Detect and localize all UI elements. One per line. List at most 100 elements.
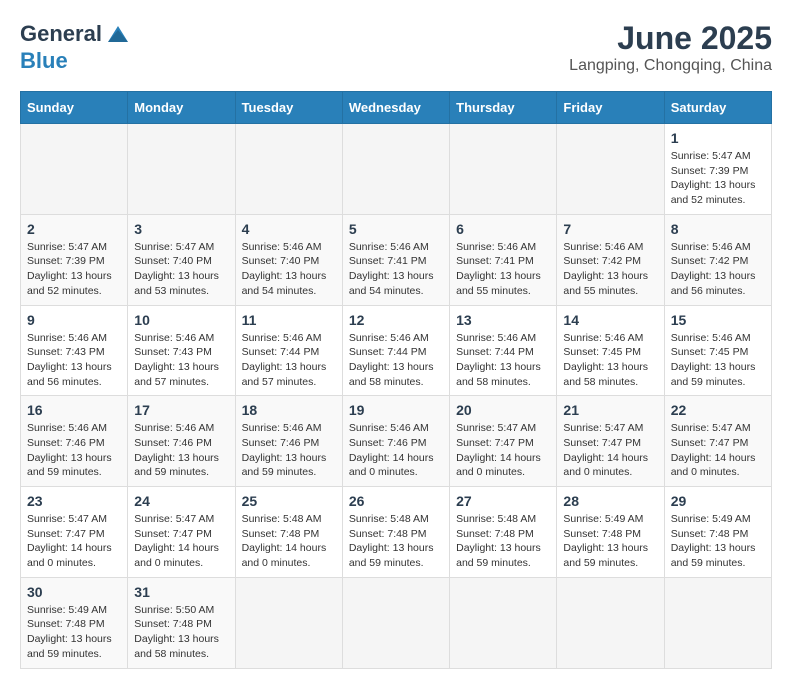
day-number: 23 bbox=[27, 493, 121, 509]
day-number: 9 bbox=[27, 312, 121, 328]
calendar-cell: 28 Sunrise: 5:49 AMSunset: 7:48 PMDaylig… bbox=[557, 487, 664, 578]
calendar-cell: 29 Sunrise: 5:49 AMSunset: 7:48 PMDaylig… bbox=[664, 487, 771, 578]
day-number: 25 bbox=[242, 493, 336, 509]
calendar-cell: 27 Sunrise: 5:48 AMSunset: 7:48 PMDaylig… bbox=[450, 487, 557, 578]
page-header: General Blue June 2025 Langping, Chongqi… bbox=[20, 20, 772, 75]
day-number: 22 bbox=[671, 402, 765, 418]
day-number: 3 bbox=[134, 221, 228, 237]
calendar-cell bbox=[128, 124, 235, 215]
calendar-cell: 24 Sunrise: 5:47 AMSunset: 7:47 PMDaylig… bbox=[128, 487, 235, 578]
calendar-cell: 18 Sunrise: 5:46 AMSunset: 7:46 PMDaylig… bbox=[235, 396, 342, 487]
day-number: 2 bbox=[27, 221, 121, 237]
day-info: Sunrise: 5:46 AMSunset: 7:45 PMDaylight:… bbox=[563, 331, 657, 390]
day-number: 24 bbox=[134, 493, 228, 509]
calendar-cell: 8 Sunrise: 5:46 AMSunset: 7:42 PMDayligh… bbox=[664, 214, 771, 305]
day-info: Sunrise: 5:46 AMSunset: 7:43 PMDaylight:… bbox=[134, 331, 228, 390]
day-number: 17 bbox=[134, 402, 228, 418]
location-title: Langping, Chongqing, China bbox=[569, 57, 772, 75]
calendar-cell: 15 Sunrise: 5:46 AMSunset: 7:45 PMDaylig… bbox=[664, 305, 771, 396]
calendar-cell: 23 Sunrise: 5:47 AMSunset: 7:47 PMDaylig… bbox=[21, 487, 128, 578]
day-number: 13 bbox=[456, 312, 550, 328]
title-area: June 2025 Langping, Chongqing, China bbox=[569, 20, 772, 75]
day-header-wednesday: Wednesday bbox=[342, 92, 449, 124]
day-info: Sunrise: 5:47 AMSunset: 7:47 PMDaylight:… bbox=[563, 421, 657, 480]
calendar-cell: 1 Sunrise: 5:47 AMSunset: 7:39 PMDayligh… bbox=[664, 124, 771, 215]
calendar-cell bbox=[450, 124, 557, 215]
calendar-cell bbox=[450, 577, 557, 668]
day-info: Sunrise: 5:46 AMSunset: 7:46 PMDaylight:… bbox=[242, 421, 336, 480]
calendar-header-row: SundayMondayTuesdayWednesdayThursdayFrid… bbox=[21, 92, 772, 124]
day-number: 19 bbox=[349, 402, 443, 418]
calendar-week-3: 16 Sunrise: 5:46 AMSunset: 7:46 PMDaylig… bbox=[21, 396, 772, 487]
calendar-cell: 31 Sunrise: 5:50 AMSunset: 7:48 PMDaylig… bbox=[128, 577, 235, 668]
day-info: Sunrise: 5:46 AMSunset: 7:44 PMDaylight:… bbox=[242, 331, 336, 390]
day-info: Sunrise: 5:47 AMSunset: 7:39 PMDaylight:… bbox=[671, 149, 765, 208]
day-info: Sunrise: 5:48 AMSunset: 7:48 PMDaylight:… bbox=[242, 512, 336, 571]
day-number: 11 bbox=[242, 312, 336, 328]
day-number: 4 bbox=[242, 221, 336, 237]
calendar-week-0: 1 Sunrise: 5:47 AMSunset: 7:39 PMDayligh… bbox=[21, 124, 772, 215]
day-header-thursday: Thursday bbox=[450, 92, 557, 124]
day-number: 18 bbox=[242, 402, 336, 418]
calendar-cell: 16 Sunrise: 5:46 AMSunset: 7:46 PMDaylig… bbox=[21, 396, 128, 487]
logo-text: General bbox=[20, 22, 102, 46]
day-number: 30 bbox=[27, 584, 121, 600]
calendar-cell: 5 Sunrise: 5:46 AMSunset: 7:41 PMDayligh… bbox=[342, 214, 449, 305]
day-info: Sunrise: 5:46 AMSunset: 7:46 PMDaylight:… bbox=[134, 421, 228, 480]
calendar-week-2: 9 Sunrise: 5:46 AMSunset: 7:43 PMDayligh… bbox=[21, 305, 772, 396]
day-number: 10 bbox=[134, 312, 228, 328]
calendar-cell: 2 Sunrise: 5:47 AMSunset: 7:39 PMDayligh… bbox=[21, 214, 128, 305]
day-number: 14 bbox=[563, 312, 657, 328]
calendar-cell: 25 Sunrise: 5:48 AMSunset: 7:48 PMDaylig… bbox=[235, 487, 342, 578]
calendar-cell: 6 Sunrise: 5:46 AMSunset: 7:41 PMDayligh… bbox=[450, 214, 557, 305]
calendar-cell: 3 Sunrise: 5:47 AMSunset: 7:40 PMDayligh… bbox=[128, 214, 235, 305]
day-number: 16 bbox=[27, 402, 121, 418]
day-number: 7 bbox=[563, 221, 657, 237]
calendar-week-1: 2 Sunrise: 5:47 AMSunset: 7:39 PMDayligh… bbox=[21, 214, 772, 305]
day-number: 27 bbox=[456, 493, 550, 509]
logo: General Blue bbox=[20, 20, 132, 74]
calendar-cell: 7 Sunrise: 5:46 AMSunset: 7:42 PMDayligh… bbox=[557, 214, 664, 305]
day-number: 21 bbox=[563, 402, 657, 418]
calendar-cell: 20 Sunrise: 5:47 AMSunset: 7:47 PMDaylig… bbox=[450, 396, 557, 487]
day-number: 12 bbox=[349, 312, 443, 328]
day-header-friday: Friday bbox=[557, 92, 664, 124]
calendar-cell: 21 Sunrise: 5:47 AMSunset: 7:47 PMDaylig… bbox=[557, 396, 664, 487]
calendar-cell: 9 Sunrise: 5:46 AMSunset: 7:43 PMDayligh… bbox=[21, 305, 128, 396]
day-header-tuesday: Tuesday bbox=[235, 92, 342, 124]
day-info: Sunrise: 5:47 AMSunset: 7:47 PMDaylight:… bbox=[134, 512, 228, 571]
calendar-cell: 14 Sunrise: 5:46 AMSunset: 7:45 PMDaylig… bbox=[557, 305, 664, 396]
calendar-cell bbox=[21, 124, 128, 215]
calendar-cell: 4 Sunrise: 5:46 AMSunset: 7:40 PMDayligh… bbox=[235, 214, 342, 305]
day-info: Sunrise: 5:46 AMSunset: 7:46 PMDaylight:… bbox=[27, 421, 121, 480]
day-info: Sunrise: 5:46 AMSunset: 7:42 PMDaylight:… bbox=[563, 240, 657, 299]
calendar-cell: 12 Sunrise: 5:46 AMSunset: 7:44 PMDaylig… bbox=[342, 305, 449, 396]
day-info: Sunrise: 5:47 AMSunset: 7:47 PMDaylight:… bbox=[27, 512, 121, 571]
day-info: Sunrise: 5:46 AMSunset: 7:44 PMDaylight:… bbox=[349, 331, 443, 390]
day-info: Sunrise: 5:49 AMSunset: 7:48 PMDaylight:… bbox=[563, 512, 657, 571]
day-info: Sunrise: 5:47 AMSunset: 7:47 PMDaylight:… bbox=[456, 421, 550, 480]
calendar-cell bbox=[235, 577, 342, 668]
calendar-cell bbox=[235, 124, 342, 215]
day-info: Sunrise: 5:47 AMSunset: 7:39 PMDaylight:… bbox=[27, 240, 121, 299]
day-header-sunday: Sunday bbox=[21, 92, 128, 124]
day-number: 20 bbox=[456, 402, 550, 418]
day-number: 5 bbox=[349, 221, 443, 237]
day-number: 28 bbox=[563, 493, 657, 509]
day-info: Sunrise: 5:46 AMSunset: 7:44 PMDaylight:… bbox=[456, 331, 550, 390]
calendar-cell: 11 Sunrise: 5:46 AMSunset: 7:44 PMDaylig… bbox=[235, 305, 342, 396]
calendar-cell bbox=[557, 124, 664, 215]
day-number: 1 bbox=[671, 130, 765, 146]
calendar-cell bbox=[342, 577, 449, 668]
logo-blue: Blue bbox=[20, 48, 132, 74]
day-info: Sunrise: 5:47 AMSunset: 7:47 PMDaylight:… bbox=[671, 421, 765, 480]
day-info: Sunrise: 5:48 AMSunset: 7:48 PMDaylight:… bbox=[456, 512, 550, 571]
calendar-cell: 30 Sunrise: 5:49 AMSunset: 7:48 PMDaylig… bbox=[21, 577, 128, 668]
day-number: 26 bbox=[349, 493, 443, 509]
day-info: Sunrise: 5:46 AMSunset: 7:43 PMDaylight:… bbox=[27, 331, 121, 390]
calendar-cell: 17 Sunrise: 5:46 AMSunset: 7:46 PMDaylig… bbox=[128, 396, 235, 487]
calendar-week-5: 30 Sunrise: 5:49 AMSunset: 7:48 PMDaylig… bbox=[21, 577, 772, 668]
day-number: 15 bbox=[671, 312, 765, 328]
month-title: June 2025 bbox=[569, 20, 772, 57]
day-info: Sunrise: 5:47 AMSunset: 7:40 PMDaylight:… bbox=[134, 240, 228, 299]
